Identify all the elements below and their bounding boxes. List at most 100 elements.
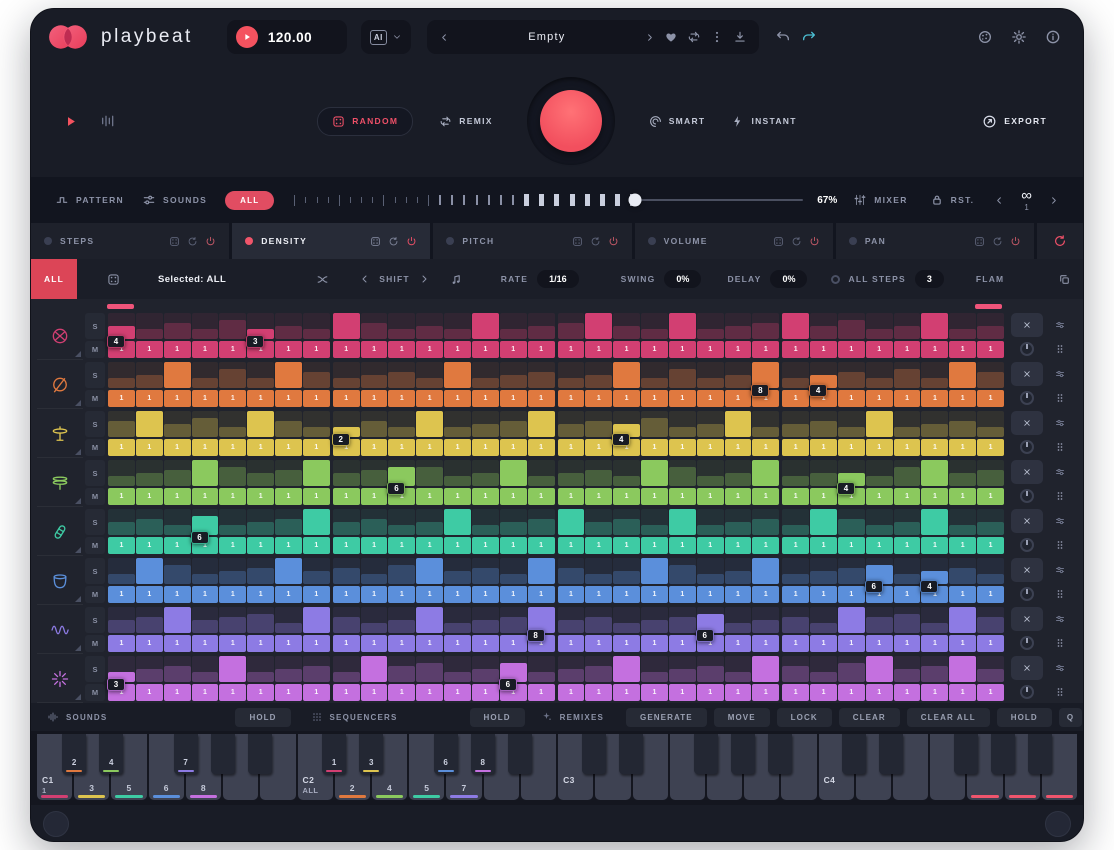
hit-step[interactable]: 1	[866, 635, 893, 652]
hit-step[interactable]: 1	[613, 341, 640, 358]
density-step[interactable]	[697, 656, 724, 682]
density-step[interactable]	[697, 362, 724, 388]
density-step[interactable]	[921, 509, 948, 535]
hit-step[interactable]: 1	[416, 684, 443, 701]
hit-step[interactable]: 1	[275, 341, 302, 358]
hit-step[interactable]: 1	[921, 488, 948, 505]
hit-step[interactable]: 1	[275, 390, 302, 407]
hit-step[interactable]: 1	[697, 439, 724, 456]
density-step[interactable]	[613, 558, 640, 584]
hit-step[interactable]: 1	[838, 586, 865, 603]
density-step[interactable]	[669, 656, 696, 682]
hit-step[interactable]: 1	[136, 390, 163, 407]
power-icon[interactable]	[608, 236, 619, 247]
density-step[interactable]	[192, 607, 219, 633]
hit-step[interactable]: 1	[247, 635, 274, 652]
black-key[interactable]: 7	[174, 734, 198, 774]
clear-track-button[interactable]	[1011, 362, 1043, 386]
density-step[interactable]	[416, 460, 443, 486]
density-step[interactable]	[275, 607, 302, 633]
power-icon[interactable]	[406, 236, 417, 247]
bpm-display[interactable]: 120.00	[227, 20, 347, 54]
dice-icon[interactable]	[572, 236, 583, 247]
hit-step[interactable]: 1	[585, 341, 612, 358]
hit-step[interactable]: 1	[108, 537, 135, 554]
hit-step[interactable]: 1	[977, 488, 1004, 505]
hit-step[interactable]: 1	[949, 439, 976, 456]
hit-step[interactable]: 1	[697, 684, 724, 701]
power-icon[interactable]	[809, 236, 820, 247]
density-step[interactable]: 3	[108, 656, 135, 682]
quantize-button[interactable]: Q	[1059, 708, 1082, 727]
black-key[interactable]	[248, 734, 272, 774]
hit-step[interactable]: 1	[866, 684, 893, 701]
density-step[interactable]	[444, 607, 471, 633]
density-step[interactable]	[558, 656, 585, 682]
hit-step[interactable]: 1	[752, 439, 779, 456]
density-step[interactable]	[810, 460, 837, 486]
hit-step[interactable]: 1	[977, 537, 1004, 554]
density-step[interactable]	[361, 460, 388, 486]
hit-step[interactable]: 1	[949, 390, 976, 407]
density-step[interactable]	[641, 460, 668, 486]
hit-step[interactable]: 1	[444, 488, 471, 505]
hit-step[interactable]: 1	[725, 439, 752, 456]
density-step[interactable]	[585, 509, 612, 535]
density-step[interactable]	[949, 509, 976, 535]
density-step[interactable]	[500, 313, 527, 339]
track-knob[interactable]	[1020, 587, 1034, 601]
density-step[interactable]	[108, 460, 135, 486]
hit-step[interactable]: 1	[303, 586, 330, 603]
hit-step[interactable]: 1	[136, 635, 163, 652]
all-steps-value[interactable]: 3	[915, 270, 944, 288]
density-step[interactable]	[361, 656, 388, 682]
hit-step[interactable]: 1	[866, 341, 893, 358]
hit-step[interactable]: 1	[669, 586, 696, 603]
hit-step[interactable]: 1	[894, 537, 921, 554]
hit-step[interactable]: 1	[894, 488, 921, 505]
track-filter-button[interactable]	[1046, 509, 1075, 533]
hit-step[interactable]: 1	[192, 684, 219, 701]
hit-step[interactable]: 1	[977, 635, 1004, 652]
hit-step[interactable]: 1	[275, 635, 302, 652]
corner-right-button[interactable]	[1045, 811, 1071, 837]
density-step[interactable]	[388, 313, 415, 339]
density-step[interactable]	[894, 509, 921, 535]
density-step[interactable]: 8	[528, 607, 555, 633]
hit-step[interactable]: 1	[303, 439, 330, 456]
hit-step[interactable]: 1	[528, 537, 555, 554]
density-step[interactable]	[697, 460, 724, 486]
density-step[interactable]	[752, 460, 779, 486]
density-step[interactable]	[585, 558, 612, 584]
density-step[interactable]	[500, 509, 527, 535]
slider-handle[interactable]	[629, 194, 642, 207]
mute-button[interactable]: M	[85, 684, 105, 701]
density-step[interactable]	[472, 558, 499, 584]
generate-button[interactable]: GENERATE	[626, 708, 707, 727]
power-icon[interactable]	[205, 236, 216, 247]
density-step[interactable]	[275, 460, 302, 486]
hit-step[interactable]: 1	[528, 684, 555, 701]
solo-button[interactable]: S	[85, 313, 105, 339]
complexity-slider[interactable]	[294, 190, 803, 210]
hit-step[interactable]: 1	[782, 586, 809, 603]
hit-step[interactable]: 1	[164, 439, 191, 456]
power-icon[interactable]	[1010, 236, 1021, 247]
sounds-tab[interactable]: SOUNDS	[142, 193, 207, 207]
mute-button[interactable]: M	[85, 488, 105, 505]
hit-step[interactable]: 1	[219, 684, 246, 701]
grid-all-button[interactable]: ALL	[31, 259, 77, 299]
hit-step[interactable]: 1	[725, 390, 752, 407]
generate-big-button-inner[interactable]	[540, 90, 602, 152]
hit-step[interactable]: 1	[472, 488, 499, 505]
hit-step[interactable]: 1	[866, 537, 893, 554]
density-step[interactable]	[136, 411, 163, 437]
density-step[interactable]	[782, 607, 809, 633]
hit-step[interactable]: 1	[585, 586, 612, 603]
density-step[interactable]	[472, 411, 499, 437]
preset-menu-icon[interactable]	[710, 30, 724, 44]
track-filter-button[interactable]	[1046, 607, 1075, 631]
hit-step[interactable]: 1	[613, 635, 640, 652]
hit-step[interactable]: 1	[977, 390, 1004, 407]
hit-step[interactable]: 1	[247, 684, 274, 701]
